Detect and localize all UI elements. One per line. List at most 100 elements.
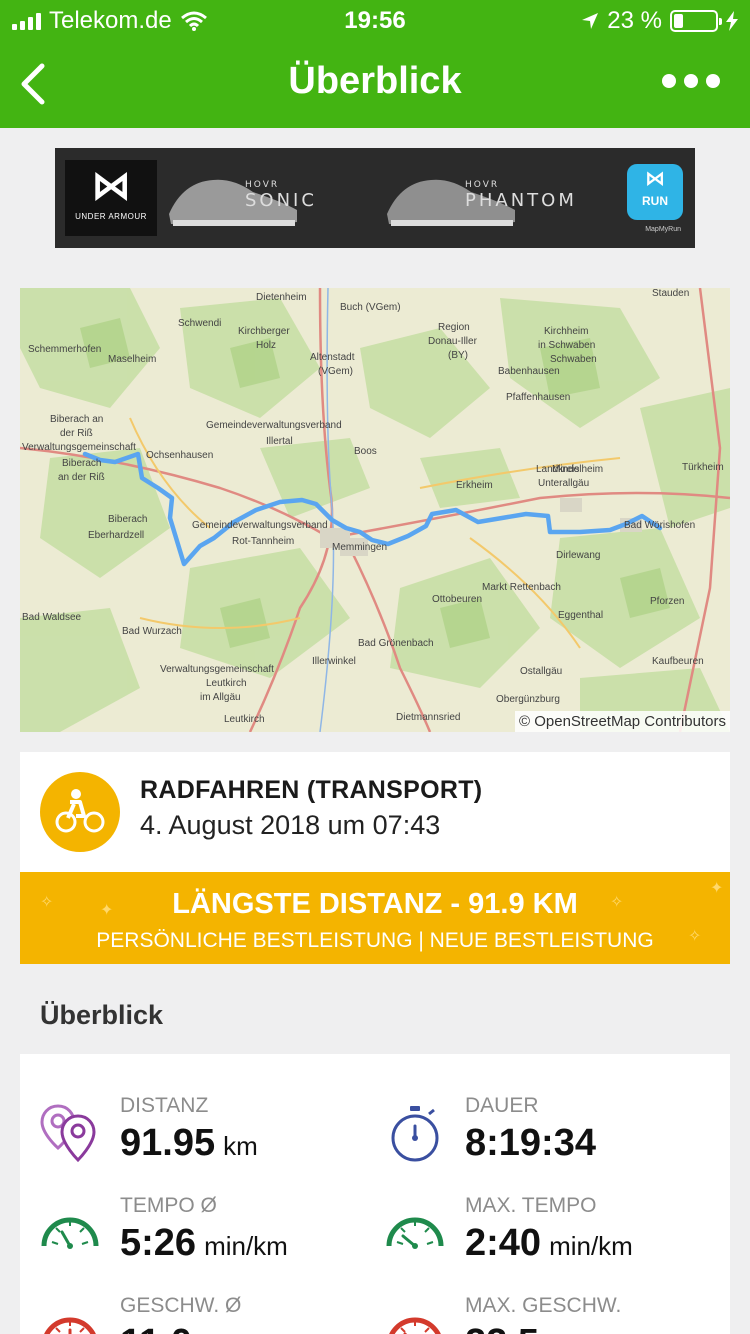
map-place-label: Biberach (62, 458, 101, 469)
stat-label: TEMPO Ø (120, 1194, 217, 1217)
map-place-label: Buch (VGem) (340, 302, 401, 313)
map-place-label: Erkheim (456, 480, 493, 491)
map-place-label: der Riß (60, 428, 93, 439)
map-place-label: Unterallgäu (538, 478, 589, 489)
stat-label: DAUER (465, 1094, 539, 1117)
map-place-label: Bad Wurzach (122, 626, 182, 637)
map-place-label: Landkreis (536, 464, 579, 475)
map-place-label: Biberach (108, 514, 147, 525)
route-map[interactable]: Dietenheim Buch (VGem) Stauden Schwendi Kirc… (20, 288, 730, 732)
record-subtitle: PERSÖNLICHE BESTLEISTUNG | NEUE BESTLEIS… (96, 929, 654, 952)
map-place-label: Ochsenhausen (146, 450, 213, 461)
map-place-label: Babenhausen (498, 366, 560, 377)
stat-max-pace: MAX. TEMPO 2:40 min/km (365, 1194, 705, 1284)
map-place-label: im Allgäu (200, 692, 241, 703)
map-place-label: (VGem) (318, 366, 353, 377)
stat-value: 22.5 (465, 1322, 547, 1334)
map-place-label: Eberhardzell (88, 530, 144, 541)
stats-card: DISTANZ 91.95 km DAUER 8:19:34 TEMPO Ø 5:… (20, 1054, 730, 1334)
map-canvas: Dietenheim Buch (VGem) Stauden Schwendi Kirc… (20, 288, 730, 732)
map-place-label: Türkheim (682, 462, 724, 473)
section-title: Überblick (40, 1000, 164, 1030)
bicycle-icon (40, 772, 120, 852)
stat-value: 91.95 km (120, 1122, 258, 1164)
page-title: Überblick (288, 60, 462, 102)
speedometer-icon (386, 1217, 444, 1249)
map-place-label: Illertal (266, 436, 293, 447)
speedometer-icon (389, 1317, 441, 1334)
map-place-label: Leutkirch (224, 714, 265, 725)
activity-type: RADFAHREN (TRANSPORT) (140, 776, 483, 804)
map-place-label: Markt Rettenbach (482, 582, 561, 593)
speedometer-icon (44, 1317, 96, 1334)
map-place-label: Bad Waldsee (22, 612, 82, 623)
map-place-label: an der Riß (58, 472, 105, 483)
map-place-label: Verwaltungsgemeinschaft (22, 442, 136, 453)
battery-icon (670, 10, 722, 32)
run-app-icon: ⋈ RUN (627, 164, 683, 220)
map-place-label: Maselheim (108, 354, 156, 365)
speedometer-icon (41, 1217, 99, 1249)
map-place-label: Memmingen (332, 542, 387, 553)
map-place-label: Kaufbeuren (652, 656, 704, 667)
map-place-label: Pforzen (650, 596, 684, 607)
map-place-label: Schwendi (178, 318, 221, 329)
sparkle-icon: ✧ (40, 894, 54, 911)
map-place-label: Altenstadt (310, 352, 355, 363)
charging-bolt-icon (726, 11, 738, 31)
map-place-label: in Schwaben (538, 340, 595, 351)
status-bar: Telekom.de 19:56 23 % (0, 0, 750, 40)
map-place-label: (BY) (448, 350, 468, 361)
activity-card: RADFAHREN (TRANSPORT) 4. August 2018 um … (20, 752, 730, 964)
location-pins-icon (40, 1104, 96, 1163)
map-place-label: Donau-Iller (428, 336, 478, 347)
map-place-label: Stauden (652, 288, 689, 299)
navigation-bar: Überblick (0, 40, 750, 128)
ad-banner[interactable]: ⋈ UNDER ARMOUR HOVR SONIC HOVR PHANTOM ⋈… (55, 148, 695, 248)
stat-value: 2:40 min/km (465, 1222, 633, 1264)
ad-product-sonic: HOVR SONIC (245, 180, 317, 211)
map-place-label: Obergünzburg (496, 694, 560, 705)
map-place-label: Eggenthal (558, 610, 603, 621)
map-place-label: Holz (256, 340, 276, 351)
stat-label: GESCHW. Ø (120, 1294, 242, 1317)
map-place-label: Schwaben (550, 354, 597, 365)
stat-avg-pace: TEMPO Ø 5:26 min/km (20, 1194, 360, 1284)
stat-label: MAX. GESCHW. (465, 1294, 622, 1317)
sparkle-icon: ✧ (688, 928, 702, 945)
stat-max-speed: MAX. GESCHW. 22.5 (365, 1294, 705, 1334)
map-place-label: Kirchheim (544, 326, 588, 337)
record-title: LÄNGSTE DISTANZ - 91.9 KM (172, 888, 578, 920)
map-place-label: Dirlewang (556, 550, 600, 561)
map-place-label: Dietmannsried (396, 712, 460, 723)
stat-duration: DAUER 8:19:34 (365, 1094, 705, 1184)
stat-value: 5:26 min/km (120, 1222, 288, 1264)
stat-distance: DISTANZ 91.95 km (20, 1094, 360, 1184)
brand-logo: ⋈ UNDER ARMOUR (65, 160, 157, 236)
stat-avg-speed: GESCHW. Ø 11.0 (20, 1294, 360, 1334)
map-place-label: Biberach an (50, 414, 103, 425)
sparkle-icon: ✦ (100, 902, 114, 919)
map-place-label: Ostallgäu (520, 666, 562, 677)
map-place-label: Leutkirch (206, 678, 247, 689)
stopwatch-icon (391, 1106, 439, 1162)
map-place-label: Boos (354, 446, 377, 457)
ad-product-phantom: HOVR PHANTOM (465, 180, 577, 211)
map-place-label: Schemmerhofen (28, 344, 101, 355)
more-options-icon[interactable] (662, 74, 720, 88)
stat-value: 11.0 (120, 1322, 200, 1334)
stat-label: DISTANZ (120, 1094, 209, 1117)
activity-date: 4. August 2018 um 07:43 (140, 810, 441, 840)
map-place-label: Bad Grönenbach (358, 638, 434, 649)
map-place-label: Illerwinkel (312, 656, 356, 667)
map-place-label: Gemeindeverwaltungsverband (192, 520, 328, 531)
sparkle-icon: ✧ (610, 894, 624, 911)
map-place-label: Rot-Tannheim (232, 536, 294, 547)
stat-value: 8:19:34 (465, 1122, 596, 1164)
sparkle-icon: ✦ (710, 880, 724, 897)
map-place-label: Ottobeuren (432, 594, 482, 605)
ad-app-name: MapMyRun (645, 226, 681, 233)
battery-percent: 23 % (607, 7, 662, 34)
record-banner: ✧ ✦ ✧ ✧ ✦ LÄNGSTE DISTANZ - 91.9 KM PERS… (20, 872, 730, 964)
map-place-label: Kirchberger (238, 326, 290, 337)
